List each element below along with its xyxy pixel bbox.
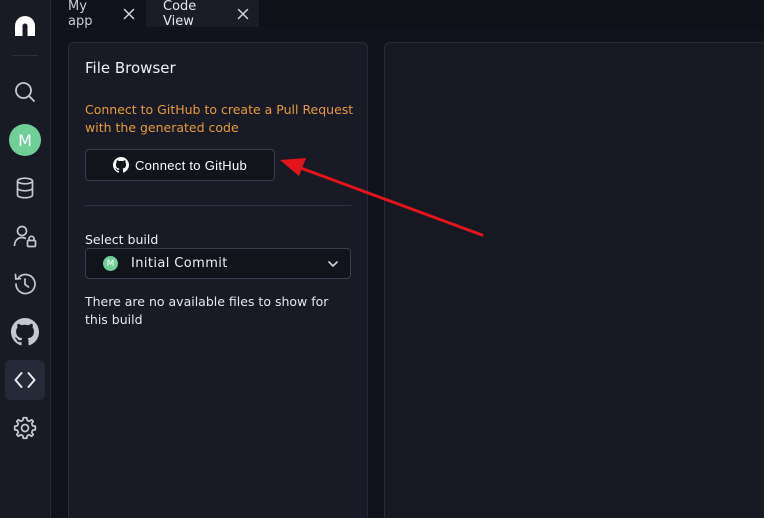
code-viewer-panel <box>384 42 764 518</box>
select-build-label: Select build <box>85 232 159 247</box>
connect-github-button[interactable]: Connect to GitHub <box>85 149 275 181</box>
close-icon[interactable] <box>123 8 135 20</box>
gear-icon[interactable] <box>5 408 45 448</box>
empty-files-message: There are no available files to show for… <box>85 294 329 327</box>
close-icon[interactable] <box>237 8 249 20</box>
tab-code-view[interactable]: Code View <box>146 0 259 29</box>
tab-label: My app <box>68 0 93 29</box>
app-root: M My app Code View File Browser Connect … <box>0 0 764 518</box>
user-lock-icon[interactable] <box>5 216 45 256</box>
tab-my-app[interactable]: My app <box>51 0 145 29</box>
database-icon[interactable] <box>5 168 45 208</box>
history-icon[interactable] <box>5 264 45 304</box>
github-icon <box>112 157 129 173</box>
avatar: M <box>9 124 41 156</box>
sidebar-divider <box>12 55 38 56</box>
sidebar-item-account[interactable]: M <box>5 120 45 160</box>
panel-title: File Browser <box>85 59 176 77</box>
github-icon[interactable] <box>5 312 45 352</box>
file-browser-panel: File Browser Connect to GitHub to create… <box>68 42 368 518</box>
tab-label: Code View <box>163 0 197 29</box>
build-select[interactable]: M Initial Commit <box>85 248 351 279</box>
search-icon[interactable] <box>5 72 45 112</box>
tab-bar: My app Code View <box>51 0 764 29</box>
chevron-down-icon <box>328 260 338 267</box>
connect-github-label: Connect to GitHub <box>134 157 248 173</box>
sidebar: M <box>0 0 51 518</box>
logo-icon[interactable] <box>5 6 45 46</box>
github-notice: Connect to GitHub to create a Pull Reque… <box>85 102 354 135</box>
code-icon[interactable] <box>5 360 45 400</box>
divider <box>85 205 351 206</box>
selected-build-value: Initial Commit <box>131 256 228 271</box>
build-avatar: M <box>103 256 118 271</box>
